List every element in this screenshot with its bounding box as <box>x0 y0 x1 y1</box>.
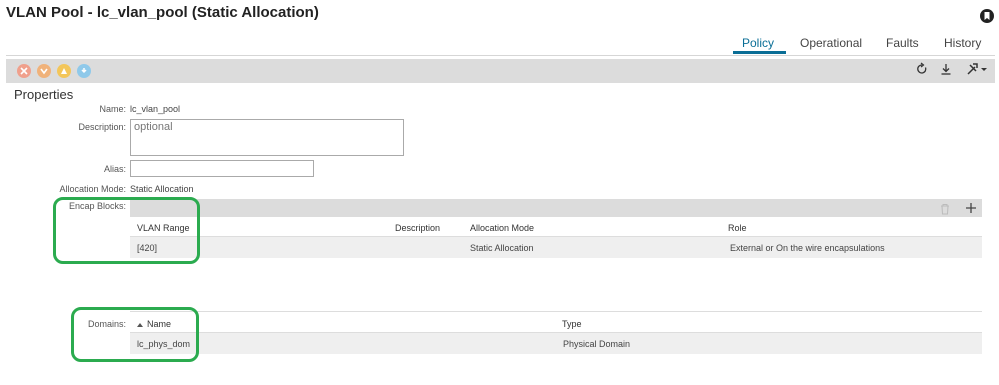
tab-operational[interactable]: Operational <box>800 36 862 50</box>
download-icon[interactable] <box>940 62 952 79</box>
name-label: Name: <box>99 104 126 114</box>
active-tab-indicator <box>733 51 786 54</box>
column-role[interactable]: Role <box>728 223 747 233</box>
name-value: lc_vlan_pool <box>130 104 181 114</box>
properties-heading: Properties <box>14 87 74 102</box>
tab-history[interactable]: History <box>944 36 981 50</box>
role-cell: External or On the wire encapsulations <box>730 243 885 253</box>
warning-icon[interactable] <box>57 64 71 78</box>
domains-highlight <box>71 307 199 362</box>
column-allocation-mode[interactable]: Allocation Mode <box>470 223 534 233</box>
description-label: Description: <box>78 122 126 132</box>
encap-blocks-highlight <box>53 197 200 264</box>
allocation-mode-value: Static Allocation <box>130 184 194 194</box>
table-row[interactable] <box>130 333 982 354</box>
page-title: VLAN Pool - lc_vlan_pool (Static Allocat… <box>6 4 319 21</box>
info-icon[interactable] <box>77 64 91 78</box>
alias-label: Alias: <box>103 164 126 174</box>
close-circle-icon[interactable] <box>17 64 31 78</box>
trash-icon[interactable] <box>940 202 950 220</box>
description-field[interactable]: optional <box>130 119 404 156</box>
column-type[interactable]: Type <box>562 319 582 329</box>
domain-type-cell: Physical Domain <box>563 339 631 349</box>
refresh-icon[interactable] <box>916 62 928 79</box>
tab-faults[interactable]: Faults <box>886 36 919 50</box>
allocation-mode-label: Allocation Mode: <box>59 184 126 194</box>
alias-field[interactable] <box>130 160 314 177</box>
down-arrow-icon[interactable] <box>37 64 51 78</box>
encap-blocks-toolbar <box>130 199 982 217</box>
allocation-mode-cell: Static Allocation <box>470 243 534 253</box>
tabs-divider <box>6 55 995 56</box>
tab-policy[interactable]: Policy <box>742 36 774 50</box>
column-description[interactable]: Description <box>395 223 440 233</box>
tools-icon[interactable] <box>966 62 988 79</box>
domains-top-divider <box>130 311 982 312</box>
toolbar <box>6 59 995 83</box>
add-icon[interactable] <box>965 201 977 219</box>
bookmark-icon[interactable] <box>980 8 994 24</box>
